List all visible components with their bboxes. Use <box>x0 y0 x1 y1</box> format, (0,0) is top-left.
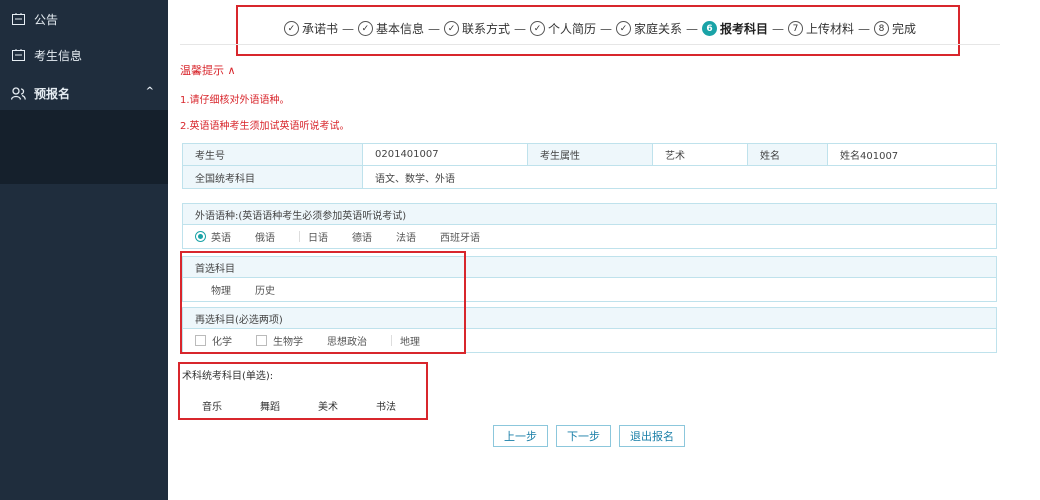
check-icon: ✓ <box>283 21 299 36</box>
check-icon: ✓ <box>443 21 459 36</box>
sidebar-item-candidate-info[interactable]: 考生信息 <box>0 38 168 72</box>
next-step-button[interactable]: 下一步 <box>556 425 611 447</box>
board-icon <box>10 47 26 63</box>
radio-japanese[interactable]: 日语 <box>299 229 328 244</box>
step-2: ✓ 基本信息 <box>357 20 424 37</box>
progress-steps: ✓ 承诺书 — ✓ 基本信息 — ✓ 联系方式 — ✓ 个人简历 — ✓ 家庭关系 — 6… <box>238 20 962 37</box>
step-6-current: 6 报考科目 <box>702 20 768 37</box>
table-row: 考生号 0201401007 考生属性 艺术 姓名 姓名401007 <box>183 144 996 166</box>
steps-highlight-box: ✓ 承诺书 — ✓ 基本信息 — ✓ 联系方式 — ✓ 个人简历 — ✓ 家庭关系 — 6… <box>236 5 960 56</box>
name-label: 姓名 <box>748 144 828 165</box>
main-content: ✓ 承诺书 — ✓ 基本信息 — ✓ 联系方式 — ✓ 个人简历 — ✓ 家庭关系 — 6… <box>168 0 1040 500</box>
sidebar-item-label: 考生信息 <box>34 48 83 63</box>
national-value: 语文、数学、外语 <box>375 173 455 185</box>
step-5: ✓ 家庭关系 <box>616 20 682 37</box>
candidate-info-table: 考生号 0201401007 考生属性 艺术 姓名 姓名401007 全国统考科… <box>182 143 997 189</box>
sidebar-item-announcement[interactable]: 公告 <box>0 2 168 36</box>
attr-value: 艺术 <box>653 144 748 165</box>
national-label: 全国统考科目 <box>183 166 363 188</box>
radio-spanish[interactable]: 西班牙语 <box>440 229 480 244</box>
divider <box>180 44 1000 45</box>
step-number: 7 <box>788 21 804 36</box>
check-icon: ✓ <box>357 21 373 36</box>
tip-item: 1.请仔细核对外语语种。 <box>180 95 290 106</box>
submenu-panel <box>0 110 168 184</box>
art-highlight-box <box>178 362 428 420</box>
foreign-language-header: 外语语种:(英语语种考生必须参加英语听说考试) <box>182 203 997 225</box>
step-8: 8 完成 <box>874 20 916 37</box>
check-icon: ✓ <box>616 21 631 36</box>
exam-no-value: 0201401007 <box>363 144 528 165</box>
chevron-up-icon: ^ <box>145 86 154 97</box>
check-icon: ✓ <box>529 21 545 36</box>
step-number: 8 <box>874 21 890 36</box>
step-1: ✓ 承诺书 <box>283 20 338 37</box>
radio-french[interactable]: 法语 <box>396 229 416 244</box>
attr-label: 考生属性 <box>528 144 653 165</box>
sidebar-item-pre-registration[interactable]: 预报名 ^ <box>0 76 168 110</box>
table-row: 全国统考科目 语文、数学、外语 <box>183 166 996 188</box>
radio-english[interactable]: 英语 <box>195 229 231 244</box>
step-number: 6 <box>702 21 718 36</box>
exam-no-label: 考生号 <box>183 144 363 165</box>
name-value: 姓名401007 <box>840 151 899 162</box>
radio-german[interactable]: 德语 <box>352 229 372 244</box>
action-buttons: 上一步 下一步 退出报名 <box>493 425 693 447</box>
exit-registration-button[interactable]: 退出报名 <box>619 425 685 447</box>
tips-toggle[interactable]: 温馨提示 ∧ <box>180 62 236 78</box>
board-icon <box>10 11 26 27</box>
radio-russian[interactable]: 俄语 <box>255 229 275 244</box>
step-4: ✓ 个人简历 <box>529 20 596 37</box>
step-7: 7 上传材料 <box>788 20 854 37</box>
tip-item: 2.英语语种考生须加试英语听说考试。 <box>180 121 350 132</box>
people-icon <box>10 85 26 101</box>
radio-selected-icon <box>195 231 206 242</box>
step-3: ✓ 联系方式 <box>443 20 510 37</box>
subject-highlight-box <box>180 251 466 354</box>
prev-step-button[interactable]: 上一步 <box>493 425 548 447</box>
sidebar-item-label: 预报名 <box>34 86 71 101</box>
sidebar: 公告 考生信息 预报名 ^ <box>0 0 168 500</box>
sidebar-item-label: 公告 <box>34 12 59 27</box>
foreign-language-options: 英语 俄语 日语 德语 法语 西班牙语 <box>182 225 997 249</box>
